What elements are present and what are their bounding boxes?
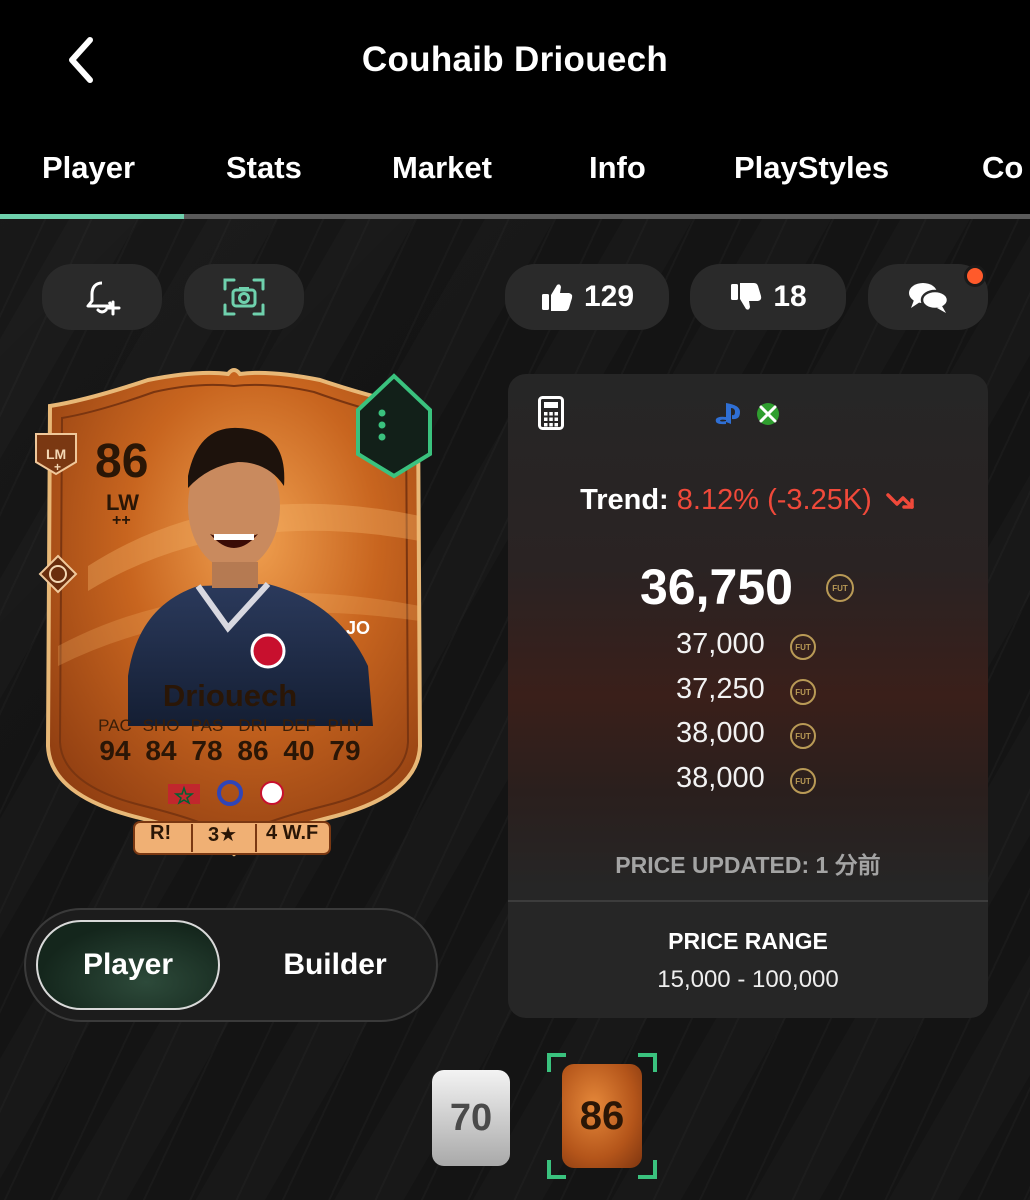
stat-value-pac: 94 xyxy=(99,735,131,766)
card-frame: JO xyxy=(35,368,432,857)
stat-label-pac: PAC xyxy=(98,716,132,735)
stat-label-sho: SHO xyxy=(142,716,180,735)
notification-dot xyxy=(964,265,986,287)
tab-stats[interactable]: Stats xyxy=(226,150,302,186)
coin-icon: FUT xyxy=(826,574,854,602)
skill-moves-badge: 3★ xyxy=(208,824,238,846)
tab-playstyles[interactable]: PlayStyles xyxy=(734,150,889,186)
bell-plus-icon xyxy=(86,281,121,316)
version-card-special[interactable]: 86 xyxy=(562,1064,642,1168)
thumbs-down-icon xyxy=(731,283,762,310)
trend-down-icon xyxy=(886,493,914,510)
card-alt-position-plus: + xyxy=(54,460,62,474)
coin-icon: FUT xyxy=(790,723,816,749)
work-rate-badge: R! xyxy=(150,822,172,844)
panel-divider xyxy=(508,900,988,902)
dislike-button[interactable]: 18 xyxy=(690,264,846,330)
page-title: Couhaib Driouech xyxy=(361,40,669,79)
tab-info[interactable]: Info xyxy=(589,150,646,186)
calculator-button[interactable] xyxy=(538,396,564,435)
listing-price-3: 38,000 xyxy=(676,717,765,749)
playstation-xbox-icon xyxy=(715,403,779,425)
svg-text:JO: JO xyxy=(346,618,370,638)
screenshot-button[interactable] xyxy=(184,264,304,330)
weak-foot-badge: 4 W.F xyxy=(266,822,319,844)
listing-price-1: 37,000 xyxy=(676,628,765,660)
trend-value: 8.12% (-3.25K) xyxy=(676,484,872,516)
tab-bar: Player Stats Market Info PlayStyles Co xyxy=(0,120,1030,220)
toggle-player-button[interactable]: Player xyxy=(36,920,220,1010)
stat-label-dri: DRI xyxy=(238,716,268,735)
listing-price-4: 38,000 xyxy=(676,762,765,794)
stat-label-def: DEF xyxy=(282,716,316,735)
stat-value-sho: 84 xyxy=(145,735,177,766)
dislike-count: 18 xyxy=(773,280,807,313)
coin-icon: FUT xyxy=(790,768,816,794)
like-button[interactable]: 129 xyxy=(505,264,669,330)
calculator-icon xyxy=(538,396,564,430)
version-card-silver[interactable]: 70 xyxy=(432,1070,510,1166)
stat-label-phy: PHY xyxy=(327,716,363,735)
chat-bubbles-icon xyxy=(909,283,950,313)
stat-value-phy: 79 xyxy=(329,735,361,766)
trend-label: Trend: xyxy=(580,484,669,516)
price-trend: Trend: 8.12% (-3.25K) xyxy=(508,484,988,517)
coin-icon: FUT xyxy=(790,634,816,660)
card-player-name: Driouech xyxy=(162,678,298,713)
stat-value-def: 40 xyxy=(283,735,315,766)
stat-label-pas: PAS xyxy=(190,716,224,735)
coin-icon: FUT xyxy=(790,679,816,705)
like-count: 129 xyxy=(583,280,635,313)
current-price: 36,750 xyxy=(640,559,793,615)
price-range-title: PRICE RANGE xyxy=(668,928,828,954)
tab-comments[interactable]: Co xyxy=(982,150,1023,186)
tab-player[interactable]: Player xyxy=(42,150,135,186)
thumbs-up-icon xyxy=(541,284,573,311)
platform-toggle[interactable] xyxy=(714,400,784,433)
player-card[interactable]: JO xyxy=(28,366,440,858)
price-range-value: 15,000 - 100,000 xyxy=(657,966,839,993)
price-updated: PRICE UPDATED: 1 分前 xyxy=(615,852,881,878)
toggle-builder-button[interactable]: Builder xyxy=(240,920,430,1010)
app-header: Couhaib Driouech xyxy=(0,0,1030,120)
card-rating: 86 xyxy=(95,435,149,488)
card-position-plus: ++ xyxy=(112,512,131,529)
price-alert-button[interactable] xyxy=(42,264,162,330)
listing-price-2: 37,250 xyxy=(676,673,765,705)
camera-scan-icon xyxy=(223,278,265,316)
stat-value-dri: 86 xyxy=(237,735,269,766)
stat-value-pas: 78 xyxy=(191,735,223,766)
tab-market[interactable]: Market xyxy=(392,150,492,186)
